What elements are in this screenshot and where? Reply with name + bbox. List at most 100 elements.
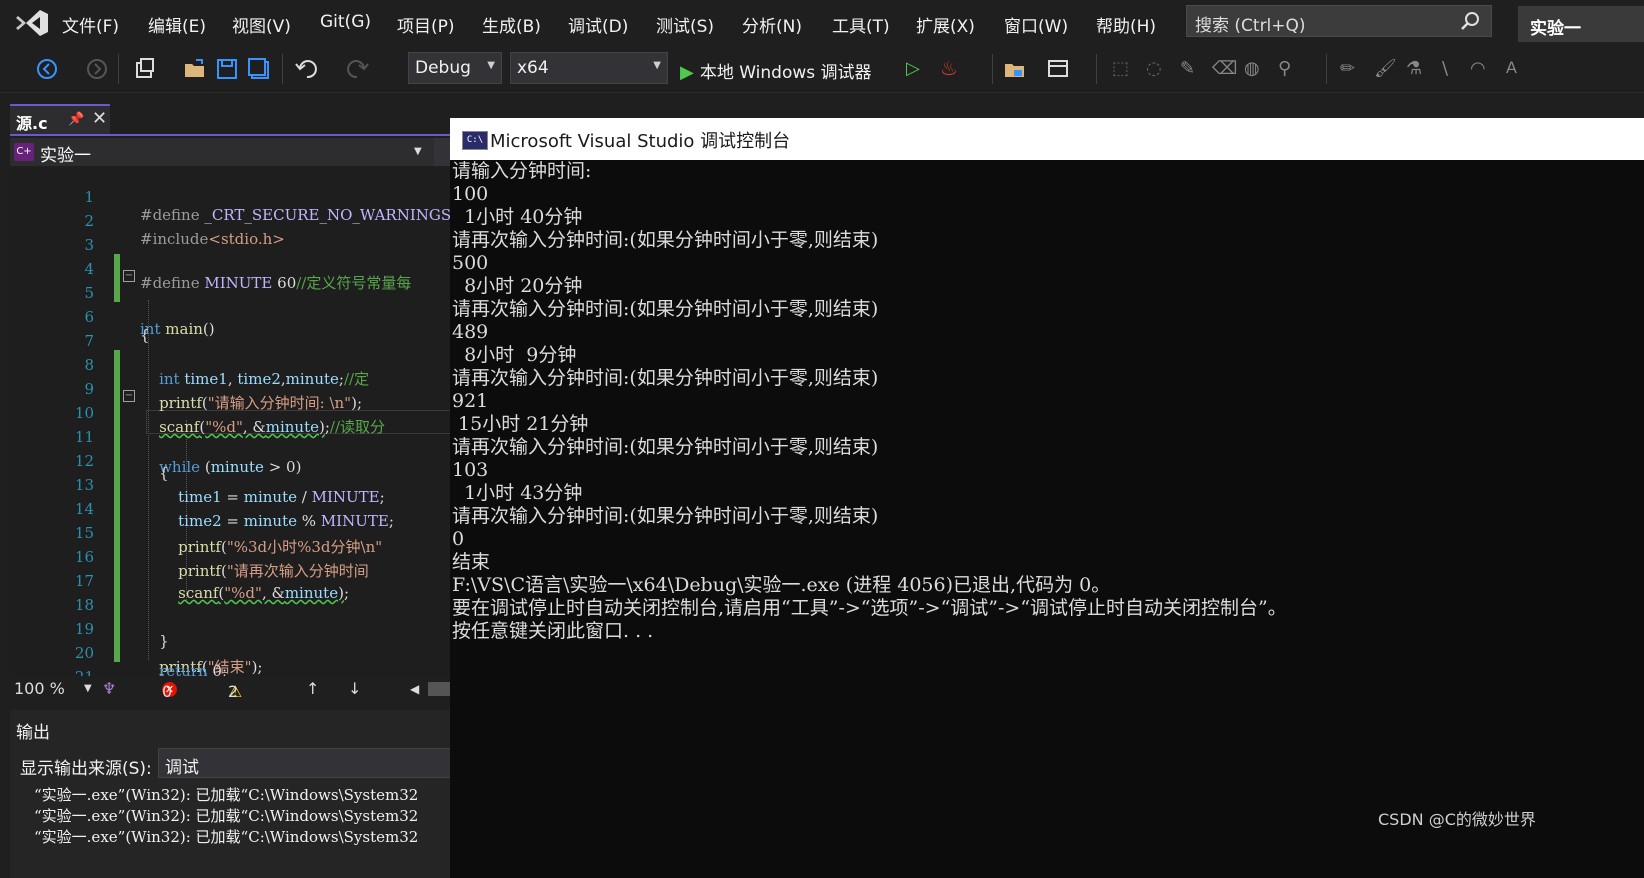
menu-window[interactable]: 窗口(W): [1004, 12, 1068, 37]
next-issue-icon[interactable]: ↓: [348, 679, 361, 698]
console-line: 结束: [452, 551, 491, 573]
menu-build[interactable]: 生成(B): [482, 12, 541, 37]
play-icon: ▶: [680, 62, 694, 83]
navigate-back-icon[interactable]: [34, 56, 60, 82]
intellicode-icon[interactable]: ♆: [102, 679, 116, 698]
menu-project[interactable]: 项目(P): [397, 12, 455, 37]
watermark-text: CSDN @C的微妙世界: [1378, 810, 1536, 829]
scope-label: 实验一: [40, 146, 91, 166]
new-item-icon[interactable]: [132, 56, 158, 82]
console-line: 921: [452, 390, 489, 412]
chevron-down-icon: ▼: [653, 60, 661, 71]
chevron-down-icon: ▼: [487, 60, 495, 71]
platform-select[interactable]: x64 ▼: [510, 52, 668, 84]
horizontal-scrollbar[interactable]: [428, 682, 450, 696]
chevron-down-icon[interactable]: ▼: [84, 683, 92, 694]
solution-name: 实验一: [1530, 19, 1581, 39]
code-line: 10 − while (minute > 0): [10, 386, 450, 476]
menu-test[interactable]: 测试(S): [656, 12, 714, 37]
console-line: 15小时 21分钟: [452, 413, 589, 435]
airbrush-icon[interactable]: ⚗: [1406, 58, 1422, 79]
console-title-bar[interactable]: C:\ Microsoft Visual Studio 调试控制台: [450, 118, 1644, 160]
fill-icon[interactable]: ◍: [1244, 58, 1260, 79]
toolbar: Debug ▼ x64 ▼ ▶ 本地 Windows 调试器 ▷ ♨ ⬚ ◌ ✎ …: [0, 46, 1644, 93]
save-all-icon[interactable]: [246, 56, 272, 82]
debug-console-window[interactable]: C:\ Microsoft Visual Studio 调试控制台 请输入分钟时…: [450, 118, 1644, 878]
text-tool-icon[interactable]: A: [1506, 58, 1517, 77]
output-line: “实验一.exe”(Win32): 已加载“C:\Windows\System3…: [34, 828, 419, 846]
editor-status-bar: 100 % ▼ ♆ ✕ 0 ⚠ 2 ↑ ↓ ◀: [10, 676, 450, 702]
console-line: 请再次输入分钟时间:(如果分钟时间小于零,则结束): [452, 298, 879, 320]
code-line: 13 time2 = minute % MINUTE;: [10, 458, 450, 530]
code-line: 1 #define _CRT_SECURE_NO_WARNINGS: [10, 170, 450, 224]
line-icon[interactable]: \: [1442, 58, 1448, 79]
toolbar-separator: [282, 54, 283, 84]
eraser-icon[interactable]: ⌫: [1212, 58, 1237, 79]
zoom-icon[interactable]: ⚲: [1278, 58, 1291, 79]
code-line: 5 − int main(): [10, 266, 450, 338]
dropper-icon[interactable]: ✎: [1180, 58, 1195, 79]
menu-file[interactable]: 文件(F): [62, 12, 119, 37]
pin-icon[interactable]: 📌: [68, 112, 84, 127]
open-folder-icon[interactable]: [182, 56, 208, 82]
search-placeholder: 搜索 (Ctrl+Q): [1195, 16, 1306, 36]
start-without-debugging-icon[interactable]: ▷: [906, 58, 920, 79]
console-line: 1小时 40分钟: [452, 206, 583, 228]
zoom-level[interactable]: 100 %: [14, 679, 65, 698]
code-line: 12 time1 = minute / MINUTE;: [10, 434, 450, 506]
console-line: 要在调试停止时自动关闭控制台,请启用“工具”->“选项”->“调试”->“调试停…: [452, 597, 1287, 619]
menu-git[interactable]: Git(G): [320, 12, 371, 32]
menu-view[interactable]: 视图(V): [232, 12, 291, 37]
lasso-icon[interactable]: ◌: [1146, 58, 1162, 79]
menu-help[interactable]: 帮助(H): [1096, 12, 1156, 37]
menu-analyze[interactable]: 分析(N): [742, 12, 802, 37]
solution-name-badge[interactable]: 实验一: [1518, 6, 1644, 42]
chevron-down-icon: ▼: [414, 146, 422, 157]
error-count-value: 0: [162, 682, 173, 701]
code-line: 11 {: [10, 410, 450, 482]
output-line: “实验一.exe”(Win32): 已加载“C:\Windows\System3…: [34, 786, 419, 804]
menu-debug[interactable]: 调试(D): [568, 12, 628, 37]
previous-issue-icon[interactable]: ↑: [306, 679, 319, 698]
undo-icon[interactable]: [294, 56, 320, 82]
brush-icon[interactable]: 🖌: [1374, 58, 1397, 79]
output-line: “实验一.exe”(Win32): 已加载“C:\Windows\System3…: [34, 807, 419, 825]
menu-tools[interactable]: 工具(T): [832, 12, 890, 37]
code-line: 6 {: [10, 290, 450, 344]
redo-icon[interactable]: [344, 56, 370, 82]
code-line: 14 printf("%3d小时%3d分钟\n": [10, 482, 450, 556]
console-line: 请输入分钟时间:: [452, 160, 592, 182]
pencil-icon[interactable]: ✏: [1340, 58, 1355, 79]
layout-icon[interactable]: [1046, 56, 1072, 82]
code-line: 15 printf("请再次输入分钟时间: [10, 506, 450, 580]
scroll-left-icon[interactable]: ◀: [410, 682, 419, 696]
navigation-bar-scope[interactable]: C+ 实验一 ▼: [10, 138, 450, 166]
tab-source-file[interactable]: 源.c 📌 ✕: [10, 104, 110, 134]
start-debugging-button[interactable]: ▶ 本地 Windows 调试器: [680, 58, 872, 83]
arc-icon[interactable]: ◠: [1470, 58, 1486, 79]
hot-reload-icon[interactable]: ♨: [940, 56, 958, 80]
navigate-forward-icon[interactable]: [84, 56, 110, 82]
code-line: 3 #define MINUTE 60//定义符号常量每: [10, 218, 450, 292]
close-icon[interactable]: ✕: [92, 108, 107, 129]
menu-bar: 文件(F) 编辑(E) 视图(V) Git(G) 项目(P) 生成(B) 调试(…: [0, 0, 1644, 46]
output-source-select[interactable]: 调试: [158, 748, 458, 778]
console-line: 请再次输入分钟时间:(如果分钟时间小于零,则结束): [452, 505, 879, 527]
console-app-icon: C:\: [462, 131, 488, 150]
nav-bar-secondary[interactable]: [434, 138, 450, 166]
code-line: 2 #include<stdio.h>: [10, 194, 450, 248]
console-line: 500: [452, 252, 489, 274]
warning-count-value: 2: [228, 682, 239, 701]
solution-explorer-icon[interactable]: [1002, 56, 1028, 82]
search-input[interactable]: 搜索 (Ctrl+Q): [1186, 5, 1492, 37]
visual-studio-logo-icon[interactable]: [14, 8, 50, 38]
code-editor[interactable]: 1 #define _CRT_SECURE_NO_WARNINGS 2 #inc…: [10, 168, 450, 676]
menu-extensions[interactable]: 扩展(X): [916, 12, 975, 37]
configuration-select[interactable]: Debug ▼: [408, 52, 502, 84]
code-line: 9 scanf("%d", &minute);//读取分: [10, 362, 450, 436]
select-rectangle-icon[interactable]: ⬚: [1112, 58, 1129, 79]
collapse-icon[interactable]: −: [123, 270, 135, 282]
save-icon[interactable]: [214, 56, 240, 82]
collapse-icon[interactable]: −: [123, 390, 135, 402]
menu-edit[interactable]: 编辑(E): [148, 12, 206, 37]
